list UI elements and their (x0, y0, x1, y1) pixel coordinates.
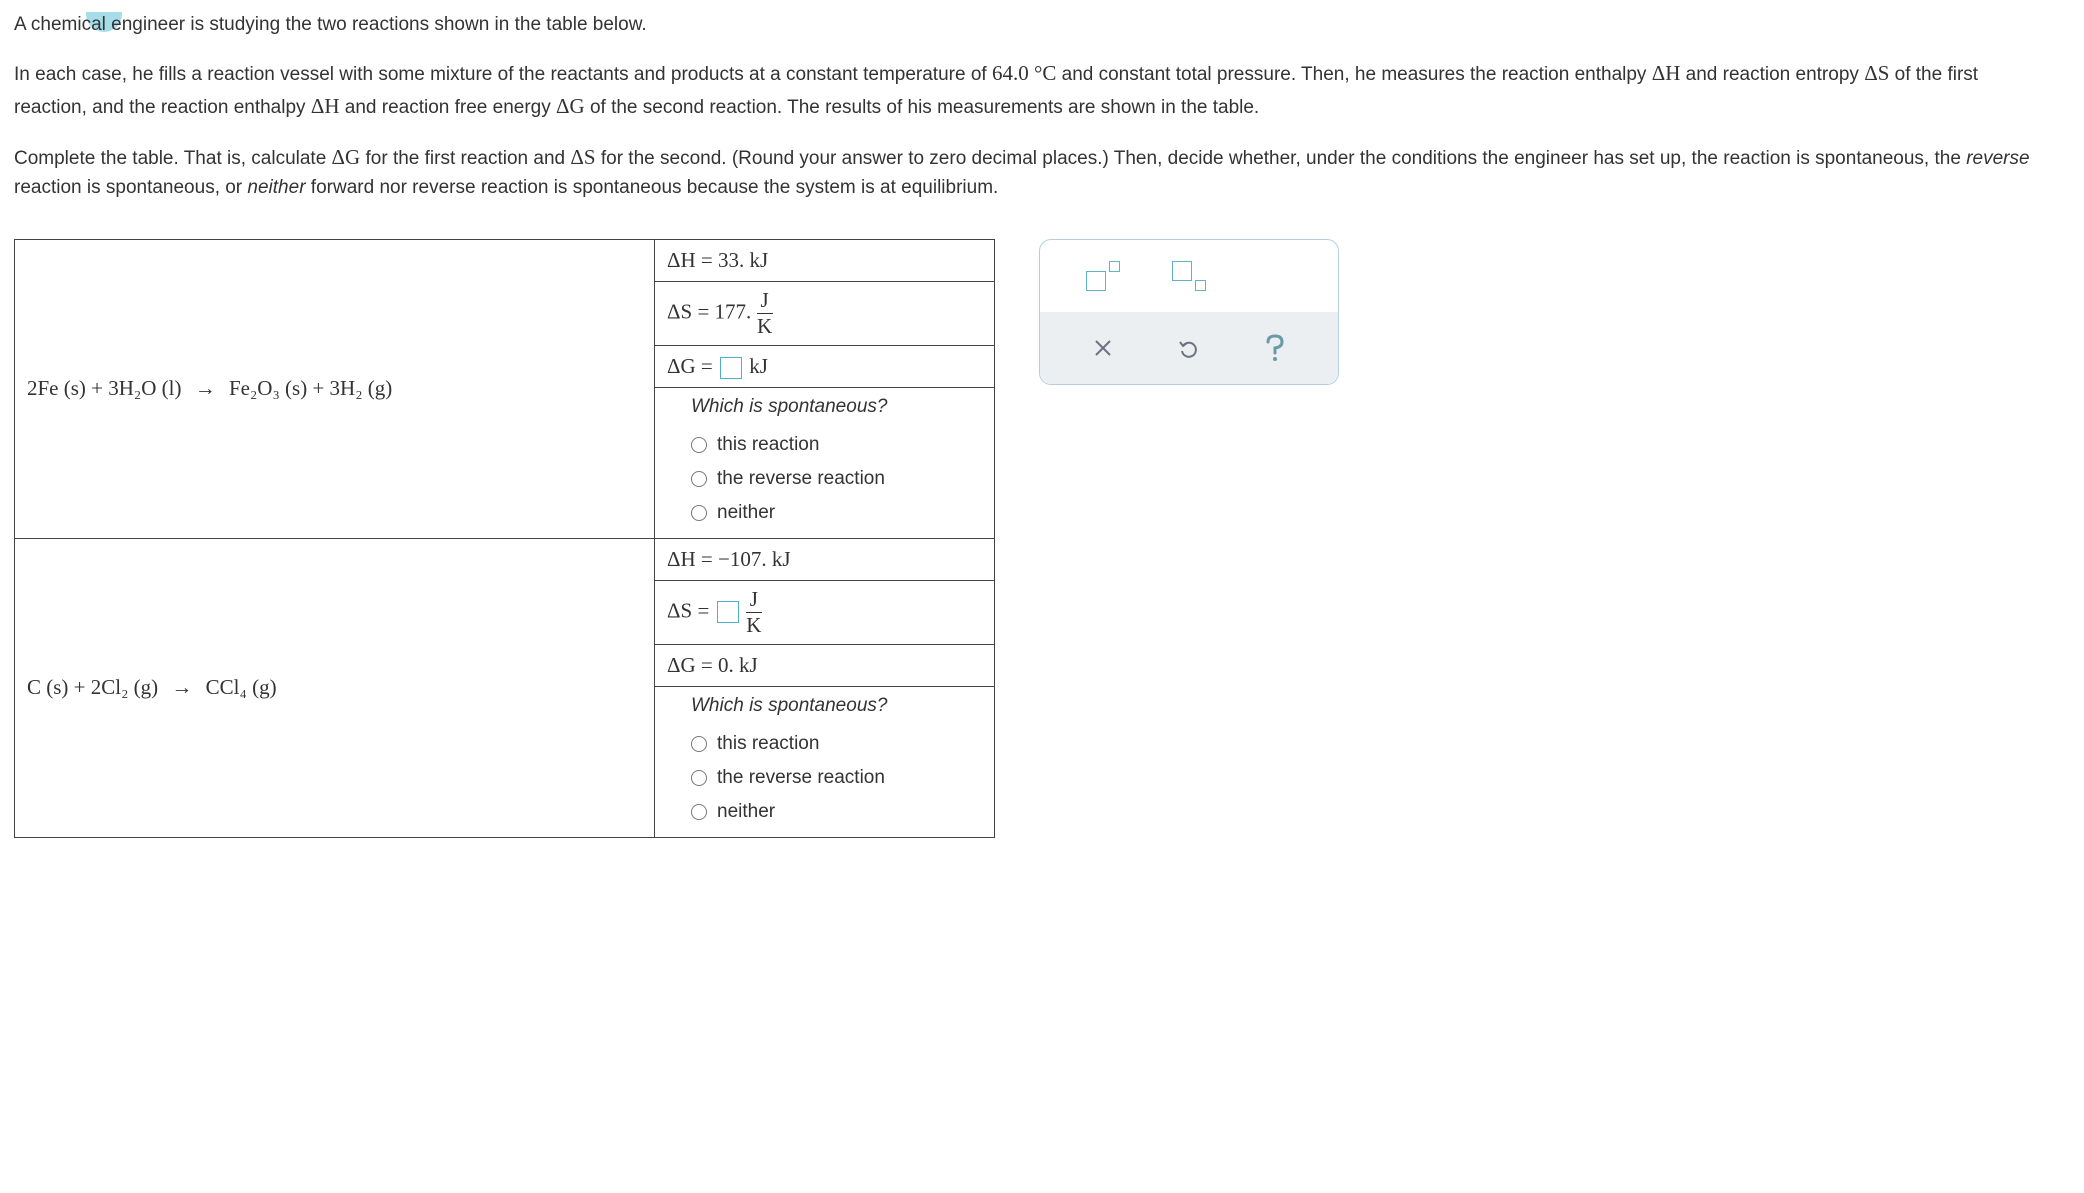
text: and constant total pressure. Then, he me… (1056, 64, 1651, 85)
frac-den: K (757, 314, 772, 337)
rxn2-radio-reverse[interactable]: the reverse reaction (667, 761, 982, 795)
eq: = (697, 598, 709, 622)
tool-row-1 (1040, 240, 1338, 312)
radio-label: neither (717, 502, 775, 524)
radio-label: the reverse reaction (717, 767, 885, 789)
rxn2-spontaneous-block: Which is spontaneous? this reaction the … (655, 686, 995, 837)
arrow-icon: → (163, 675, 200, 699)
text-neither: neither (247, 177, 305, 198)
tool-spacer (1255, 256, 1295, 296)
radio-label: the reverse reaction (717, 468, 885, 490)
text: and reaction free energy (339, 97, 556, 118)
radio-icon (691, 804, 707, 820)
subscript-button[interactable] (1169, 256, 1209, 296)
reaction-table: 2Fe (s) + 3H₂O (l) → Fe₂O₃ (s) + 3H₂ (g)… (14, 239, 995, 838)
rxn2-delta-g: ΔG = 0. kJ (655, 644, 995, 686)
clear-button[interactable] (1083, 328, 1123, 368)
delta-s-symbol: ΔS (570, 145, 595, 169)
subscript-icon (1172, 261, 1206, 291)
undo-icon (1177, 336, 1201, 360)
unit: kJ (749, 354, 768, 378)
label: ΔH (667, 248, 696, 272)
rxn1-radio-reverse[interactable]: the reverse reaction (667, 462, 982, 496)
rxn2-rhs: CCl₄ (g) (206, 675, 277, 699)
text: In each case, he fills a reaction vessel… (14, 64, 992, 85)
temperature-value: 64.0 °C (992, 61, 1056, 85)
close-icon (1092, 337, 1114, 359)
rxn2-delta-h: ΔH = −107. kJ (655, 538, 995, 580)
reaction-1-equation: 2Fe (s) + 3H₂O (l) → Fe₂O₃ (s) + 3H₂ (g) (15, 239, 655, 538)
text: l e (102, 14, 122, 35)
text: of the second reaction. The results of h… (585, 97, 1260, 118)
radio-label: this reaction (717, 733, 819, 755)
radio-label: this reaction (717, 434, 819, 456)
label: ΔS (667, 299, 692, 323)
table-row: 2Fe (s) + 3H₂O (l) → Fe₂O₃ (s) + 3H₂ (g)… (15, 239, 995, 281)
unit-fraction: J K (746, 589, 762, 636)
label: ΔG (667, 354, 696, 378)
spontaneous-heading: Which is spontaneous? (667, 695, 982, 717)
value: = −107. kJ (701, 547, 791, 571)
arrow-icon: → (187, 376, 224, 400)
rxn2-radio-neither[interactable]: neither (667, 795, 982, 829)
label: ΔS (667, 598, 692, 622)
undo-button[interactable] (1169, 328, 1209, 368)
radio-icon (691, 736, 707, 752)
frac-num: J (757, 290, 773, 314)
value: = 33. kJ (701, 248, 768, 272)
text: and reaction entropy (1680, 64, 1864, 85)
rxn1-delta-g-input[interactable] (720, 357, 742, 379)
text: ngineer is studying the two reactions sh… (122, 14, 647, 35)
label: ΔG (667, 653, 696, 677)
delta-h-symbol: ΔH (311, 94, 340, 118)
rxn1-delta-s: ΔS = 177. J K (655, 281, 995, 345)
text-reverse: reverse (1966, 148, 2029, 169)
intro-para-3: Complete the table. That is, calculate Δ… (14, 141, 2054, 203)
radio-icon (691, 437, 707, 453)
eq: = (701, 354, 713, 378)
radio-icon (691, 770, 707, 786)
rxn2-delta-s: ΔS = J K (655, 580, 995, 644)
radio-icon (691, 471, 707, 487)
intro-para-2: In each case, he fills a reaction vessel… (14, 57, 2054, 122)
rxn1-lhs: 2Fe (s) + 3H₂O (l) (27, 376, 181, 400)
rxn1-delta-h: ΔH = 33. kJ (655, 239, 995, 281)
rxn1-radio-this[interactable]: this reaction (667, 428, 982, 462)
delta-g-symbol: ΔG (332, 145, 361, 169)
intro-para-1: A chemical engineer is studying the two … (14, 10, 2054, 39)
spontaneous-heading: Which is spontaneous? (667, 396, 982, 418)
unit-fraction: J K (757, 290, 773, 337)
text: reaction is spontaneous, or (14, 177, 247, 198)
rxn1-rhs: Fe₂O₃ (s) + 3H₂ (g) (229, 376, 392, 400)
reaction-2-equation: C (s) + 2Cl₂ (g) → CCl₄ (g) (15, 538, 655, 837)
tool-palette (1039, 239, 1339, 385)
rxn1-spontaneous-block: Which is spontaneous? this reaction the … (655, 387, 995, 538)
rxn2-radio-this[interactable]: this reaction (667, 727, 982, 761)
rxn2-lhs: C (s) + 2Cl₂ (g) (27, 675, 158, 699)
superscript-icon (1086, 261, 1120, 291)
radio-label: neither (717, 801, 775, 823)
rxn2-delta-s-input[interactable] (717, 601, 739, 623)
superscript-button[interactable] (1083, 256, 1123, 296)
table-row: C (s) + 2Cl₂ (g) → CCl₄ (g) ΔH = −107. k… (15, 538, 995, 580)
radio-icon (691, 505, 707, 521)
text: Complete the table. That is, calculate (14, 148, 332, 169)
frac-num: J (746, 589, 762, 613)
delta-s-symbol: ΔS (1864, 61, 1889, 85)
text: A chemica (14, 14, 102, 35)
rxn1-radio-neither[interactable]: neither (667, 496, 982, 530)
delta-h-symbol: ΔH (1652, 61, 1681, 85)
rxn1-delta-g: ΔG = kJ (655, 345, 995, 387)
text: forward nor reverse reaction is spontane… (306, 177, 999, 198)
tool-row-2 (1040, 312, 1338, 384)
help-button[interactable] (1255, 328, 1295, 368)
text: for the second. (Round your answer to ze… (596, 148, 1967, 169)
question-icon (1262, 333, 1288, 363)
delta-g-symbol: ΔG (556, 94, 585, 118)
value: = 0. kJ (701, 653, 758, 677)
label: ΔH (667, 547, 696, 571)
frac-den: K (746, 613, 761, 636)
value: = 177. (697, 299, 751, 323)
text: for the first reaction and (360, 148, 570, 169)
